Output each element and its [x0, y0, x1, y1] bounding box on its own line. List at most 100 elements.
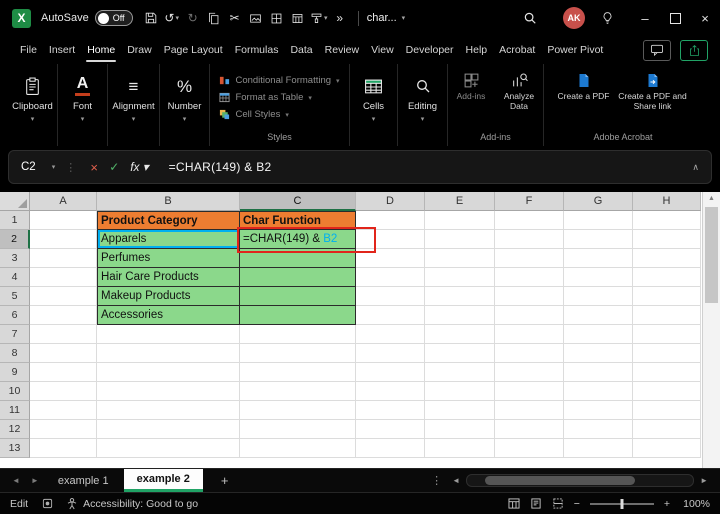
cell-A2[interactable] — [30, 230, 97, 249]
cell-G11[interactable] — [564, 401, 633, 420]
row-header-11[interactable]: 11 — [0, 401, 30, 420]
cell-G2[interactable] — [564, 230, 633, 249]
add-sheet-button[interactable]: + — [221, 473, 229, 488]
cell-C9[interactable] — [240, 363, 356, 382]
cell-H7[interactable] — [633, 325, 701, 344]
row-header-10[interactable]: 10 — [0, 382, 30, 401]
cell-E13[interactable] — [425, 439, 495, 458]
cell-G7[interactable] — [564, 325, 633, 344]
column-header-B[interactable]: B — [97, 192, 240, 211]
cell-B4[interactable]: Hair Care Products — [97, 268, 240, 287]
cell-B5[interactable]: Makeup Products — [97, 287, 240, 306]
column-header-F[interactable]: F — [495, 192, 564, 211]
minimize-button[interactable]: – — [630, 0, 660, 36]
column-header-E[interactable]: E — [425, 192, 495, 211]
cell-G6[interactable] — [564, 306, 633, 325]
zoom-out-button[interactable]: − — [574, 498, 580, 510]
sheet-tab-example-1[interactable]: example 1 — [45, 469, 122, 492]
cell-C4[interactable] — [240, 268, 356, 287]
cell-E4[interactable] — [425, 268, 495, 287]
toolbar-overflow-button[interactable]: » — [330, 6, 350, 30]
cell-D8[interactable] — [356, 344, 425, 363]
cell-F9[interactable] — [495, 363, 564, 382]
tab-acrobat[interactable]: Acrobat — [493, 36, 541, 64]
row-header-13[interactable]: 13 — [0, 439, 30, 458]
cell-B3[interactable]: Perfumes — [97, 249, 240, 268]
cell-C2[interactable]: =CHAR(149) & B2 — [240, 230, 356, 249]
accessibility-button[interactable] — [67, 497, 77, 510]
cell-G1[interactable] — [564, 211, 633, 230]
cell-E5[interactable] — [425, 287, 495, 306]
zoom-slider-thumb[interactable] — [620, 498, 624, 509]
cell-styles-button[interactable]: Cell Styles ▾ — [219, 109, 289, 120]
cell-B9[interactable] — [97, 363, 240, 382]
name-box[interactable]: C2 ▾ — [9, 161, 55, 173]
analyze-data-button[interactable]: Analyze Data — [496, 72, 542, 112]
cell-G9[interactable] — [564, 363, 633, 382]
tab-bar-menu[interactable]: ⋮ — [431, 474, 442, 487]
cell-C1[interactable]: Char Function — [240, 211, 356, 230]
cell-F8[interactable] — [495, 344, 564, 363]
prev-sheet-arrow-icon[interactable]: ◄ — [12, 476, 20, 485]
cell-F4[interactable] — [495, 268, 564, 287]
cell-E3[interactable] — [425, 249, 495, 268]
cell-H8[interactable] — [633, 344, 701, 363]
table-button[interactable] — [288, 6, 308, 30]
cell-F1[interactable] — [495, 211, 564, 230]
tab-review[interactable]: Review — [319, 36, 365, 64]
autosave-toggle[interactable]: Off — [94, 10, 133, 26]
cell-H1[interactable] — [633, 211, 701, 230]
cell-A4[interactable] — [30, 268, 97, 287]
create-pdf-share-link-button[interactable]: Create a PDF and Share link — [615, 72, 691, 112]
avatar[interactable]: AK — [563, 7, 585, 29]
cell-A13[interactable] — [30, 439, 97, 458]
cell-B8[interactable] — [97, 344, 240, 363]
excel-logo[interactable]: X — [12, 8, 31, 28]
conditional-formatting-button[interactable]: Conditional Formatting ▾ — [219, 75, 340, 86]
column-header-H[interactable]: H — [633, 192, 701, 211]
cell-D11[interactable] — [356, 401, 425, 420]
search-button[interactable] — [523, 11, 537, 25]
column-header-C[interactable]: C — [240, 192, 356, 211]
cell-E11[interactable] — [425, 401, 495, 420]
cell-E1[interactable] — [425, 211, 495, 230]
zoom-slider[interactable] — [589, 498, 654, 509]
cell-C11[interactable] — [240, 401, 356, 420]
cell-H2[interactable] — [633, 230, 701, 249]
cell-F2[interactable] — [495, 230, 564, 249]
cell-C5[interactable] — [240, 287, 356, 306]
create-pdf-button[interactable]: Create a PDF — [556, 72, 612, 102]
row-header-12[interactable]: 12 — [0, 420, 30, 439]
tab-insert[interactable]: Insert — [43, 36, 81, 64]
tab-draw[interactable]: Draw — [121, 36, 158, 64]
cell-A8[interactable] — [30, 344, 97, 363]
row-header-9[interactable]: 9 — [0, 363, 30, 382]
cell-E2[interactable] — [425, 230, 495, 249]
cell-F11[interactable] — [495, 401, 564, 420]
cell-D4[interactable] — [356, 268, 425, 287]
cell-H12[interactable] — [633, 420, 701, 439]
cell-H13[interactable] — [633, 439, 701, 458]
insert-function-button[interactable]: fx ▾ — [130, 160, 148, 174]
cell-D3[interactable] — [356, 249, 425, 268]
row-header-6[interactable]: 6 — [0, 306, 30, 325]
cell-D10[interactable] — [356, 382, 425, 401]
copy-button[interactable] — [204, 6, 224, 30]
cell-D7[interactable] — [356, 325, 425, 344]
cell-A3[interactable] — [30, 249, 97, 268]
ribbon-group-clipboard[interactable]: Clipboard ▾ — [8, 64, 58, 146]
cell-G3[interactable] — [564, 249, 633, 268]
ribbon-group-cells[interactable]: Cells ▾ — [350, 64, 398, 146]
tab-help[interactable]: Help — [460, 36, 494, 64]
cell-A11[interactable] — [30, 401, 97, 420]
ribbon-group-font[interactable]: A Font ▾ — [58, 64, 108, 146]
normal-view-button[interactable] — [508, 498, 520, 509]
cell-C13[interactable] — [240, 439, 356, 458]
column-header-D[interactable]: D — [356, 192, 425, 211]
macro-record-button[interactable] — [42, 498, 53, 509]
confirm-entry-button[interactable]: ✓ — [104, 160, 124, 174]
scroll-up-arrow-icon[interactable]: ▲ — [708, 195, 715, 202]
cell-H4[interactable] — [633, 268, 701, 287]
cell-B2[interactable]: Apparels — [97, 230, 240, 249]
cell-A7[interactable] — [30, 325, 97, 344]
